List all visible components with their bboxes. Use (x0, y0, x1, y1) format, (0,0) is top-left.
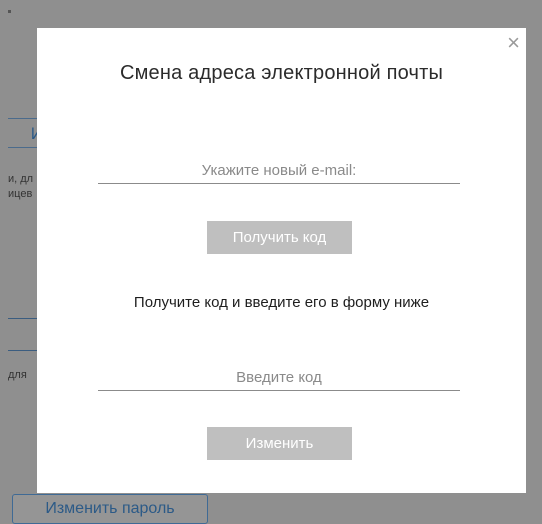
background-text: и, дл ицев (8, 172, 33, 202)
change-button[interactable]: Изменить (207, 427, 352, 460)
change-email-modal: × Смена адреса электронной почты Получит… (37, 28, 526, 493)
background-text-line: ицев (8, 188, 33, 200)
code-field[interactable] (98, 364, 460, 390)
code-field-wrapper (98, 364, 460, 391)
email-field[interactable] (98, 157, 460, 183)
background-mark (8, 10, 11, 13)
close-icon[interactable]: × (507, 32, 520, 54)
email-field-wrapper (98, 157, 460, 184)
background-text: для (8, 369, 27, 381)
background-divider (8, 350, 40, 351)
change-password-button: Изменить пароль (12, 494, 208, 524)
instruction-text: Получите код и введите его в форму ниже (133, 294, 430, 311)
background-text-line: и, дл (8, 173, 34, 185)
background-divider (8, 318, 40, 319)
modal-title: Смена адреса электронной почты (119, 62, 444, 84)
get-code-button[interactable]: Получить код (207, 221, 352, 254)
